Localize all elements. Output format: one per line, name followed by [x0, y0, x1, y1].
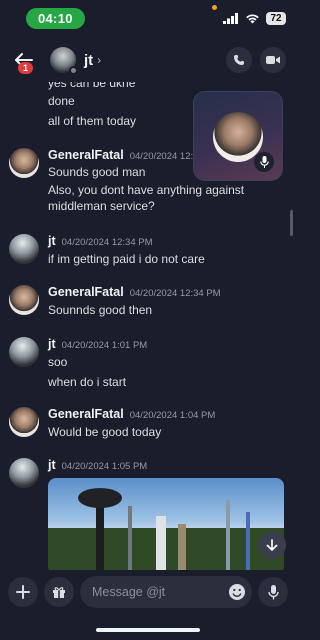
jump-to-bottom-button[interactable]	[258, 531, 286, 559]
status-time: 04:10	[26, 7, 85, 29]
mic-icon	[267, 584, 279, 599]
avatar[interactable]	[9, 458, 39, 488]
avatar[interactable]	[50, 47, 78, 75]
message-author[interactable]: GeneralFatal	[48, 285, 124, 299]
message-text: done	[48, 94, 75, 108]
message-text: Would be good today	[48, 425, 162, 439]
back-button[interactable]: 1	[10, 46, 38, 74]
add-attachment-button[interactable]	[8, 577, 38, 607]
message-author[interactable]: GeneralFatal	[48, 148, 124, 162]
phone-icon	[234, 55, 244, 65]
message-input[interactable]: Message @jt	[80, 576, 252, 608]
call-preview[interactable]	[193, 91, 283, 181]
signal-icon	[223, 12, 238, 24]
message-text: soo	[48, 355, 68, 369]
avatar[interactable]	[9, 148, 39, 178]
avatar[interactable]	[9, 234, 39, 264]
plus-icon	[16, 585, 30, 599]
pip-mic-button[interactable]	[254, 152, 274, 172]
message-text: if im getting paid i do not care	[48, 252, 205, 266]
scrollbar[interactable]	[290, 210, 293, 236]
avatar[interactable]	[9, 337, 39, 367]
status-icons: 72	[223, 11, 286, 25]
privacy-indicator-icon	[212, 5, 217, 10]
message-composer: Message @jt	[0, 572, 296, 612]
message-text: Sounds good man	[48, 165, 146, 179]
home-indicator[interactable]	[96, 628, 200, 632]
mic-icon	[259, 156, 269, 168]
call-button[interactable]	[226, 47, 252, 73]
message-timestamp: 04/20/2024 1:05 PM	[61, 461, 148, 472]
arrow-down-icon	[266, 539, 278, 551]
message-author[interactable]: jt	[48, 458, 56, 472]
message-timestamp: 04/20/2024 1:01 PM	[61, 340, 148, 351]
message-timestamp: 04/20/2024 12:34 PM	[129, 288, 221, 299]
message-text: yes can be dkne	[48, 82, 136, 90]
message-text: Sounnds good then	[48, 303, 153, 317]
chevron-right-icon: ›	[97, 53, 102, 67]
channel-name[interactable]: jt	[84, 52, 93, 69]
gift-icon	[53, 587, 65, 598]
message-placeholder: Message @jt	[92, 585, 166, 599]
image-attachment[interactable]	[48, 478, 284, 570]
voice-message-button[interactable]	[258, 577, 288, 607]
battery-indicator: 72	[266, 11, 286, 25]
message-text: Also, you dont have anything against	[48, 183, 245, 197]
unread-badge: 1	[18, 62, 34, 74]
message-text: middleman service?	[48, 199, 155, 213]
avatar[interactable]	[9, 285, 39, 315]
emoji-icon[interactable]	[228, 583, 246, 601]
message-timestamp: 04/20/2024 1:04 PM	[129, 410, 216, 421]
wifi-icon	[246, 13, 259, 23]
status-dot	[69, 66, 78, 75]
message-text: all of them today	[48, 114, 137, 128]
attachment-image	[48, 488, 284, 570]
gift-button[interactable]	[44, 577, 74, 607]
message-author[interactable]: jt	[48, 337, 56, 351]
avatar[interactable]	[9, 407, 39, 437]
video-call-button[interactable]	[260, 47, 286, 73]
video-icon	[266, 56, 280, 64]
chat-header: 1 jt ›	[0, 38, 296, 82]
message-text: when do i start	[48, 375, 127, 389]
message-timestamp: 04/20/2024 12:34 PM	[61, 237, 153, 248]
status-bar: 04:10 72	[0, 0, 296, 36]
message-author[interactable]: GeneralFatal	[48, 407, 124, 421]
message-author[interactable]: jt	[48, 234, 56, 248]
